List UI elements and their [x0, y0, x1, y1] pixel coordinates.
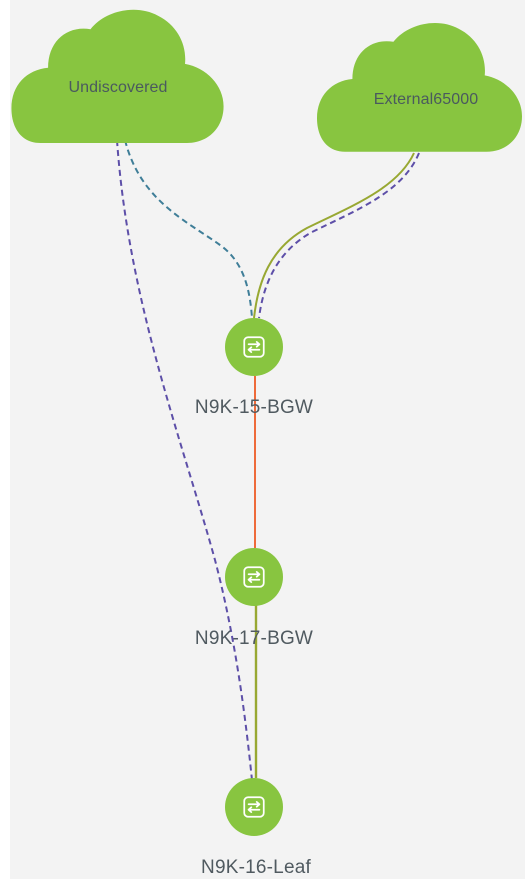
- cloud-undiscovered[interactable]: [11, 9, 224, 143]
- cloud-label-undiscovered: Undiscovered: [68, 79, 168, 96]
- cloud-icon: [11, 9, 224, 143]
- topology-canvas: Undiscovered External65000 N9K-15-BGW N9…: [0, 0, 525, 879]
- link-undiscovered-to-n9k-16-leaf[interactable]: [116, 139, 254, 791]
- cloud-label-external65000: External65000: [373, 91, 479, 108]
- node-label-n9k-16-leaf: N9K-16-Leaf: [201, 857, 311, 878]
- node-label-n9k-17-bgw: N9K-17-BGW: [194, 628, 314, 649]
- node-n9k-15-bgw[interactable]: [225, 318, 283, 376]
- cloud-icon: [317, 22, 522, 152]
- link-undiscovered-to-n9k-15-bgw[interactable]: [124, 139, 253, 319]
- node-n9k-16-leaf[interactable]: [225, 778, 283, 836]
- links-layer: [116, 139, 420, 791]
- link-external65000-to-n9k-15-bgw[interactable]: [253, 152, 415, 319]
- cloud-external65000[interactable]: [317, 22, 522, 152]
- topology-graph: [11, 9, 522, 836]
- node-n9k-17-bgw[interactable]: [225, 548, 283, 606]
- node-label-n9k-15-bgw: N9K-15-BGW: [194, 397, 314, 418]
